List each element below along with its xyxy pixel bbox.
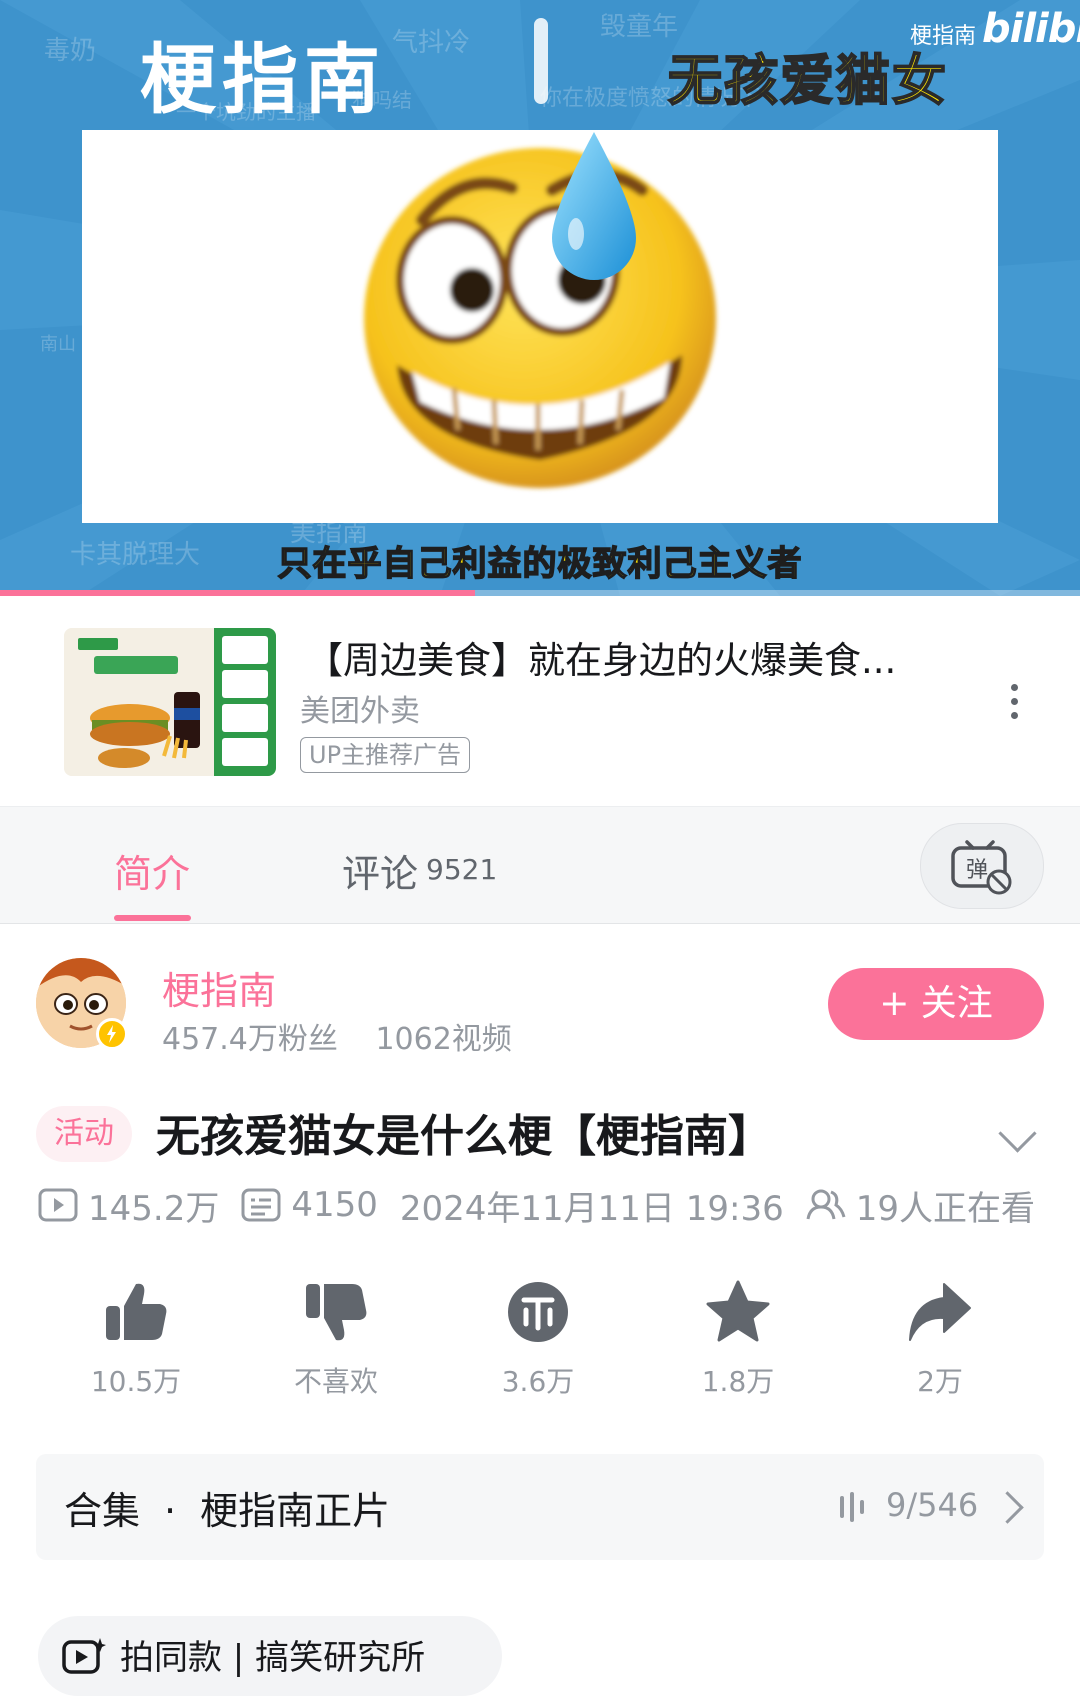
dislike-label: 不喜欢 [293, 1365, 378, 1398]
share-icon [909, 1283, 971, 1341]
nervous-grin-emoji-icon [364, 132, 716, 488]
template-chip-label: 拍同款 | 搞笑研究所 [120, 1638, 426, 1678]
star-icon [706, 1280, 770, 1342]
video-count: 1062视频 [375, 1022, 512, 1057]
collection-label: 合集 [64, 1489, 141, 1533]
more-options-icon[interactable] [1008, 684, 1020, 724]
ad-badge: UP主推荐广告 [300, 737, 471, 773]
video-player[interactable]: 毒奶 气抖冷 毁童年 一个坑劲的主播 狗吗结 你在极度愤怒的情况下 卡其脱理大 … [0, 0, 1080, 596]
watermark-channel-name: 梗指南 [910, 24, 977, 49]
comments-count: 9521 [426, 853, 498, 886]
bilibili-logo: bilibili [982, 6, 1080, 52]
danmaku-count: 4150 [291, 1185, 378, 1225]
collection-title: 合集 · 梗指南正片 [64, 1480, 390, 1535]
collection-progress: 9/546 [886, 1486, 979, 1524]
camera-sparkle-icon [62, 1638, 106, 1674]
dislike-button[interactable]: 不喜欢 [266, 1278, 406, 1400]
uploader-stats: 457.4万粉丝 1062视频 [162, 1014, 540, 1058]
video-progress-fill [0, 590, 476, 596]
background-word: 南山 [40, 334, 76, 355]
like-button[interactable]: 10.5万 [66, 1278, 206, 1400]
activity-tag[interactable]: 活动 [36, 1106, 132, 1162]
favorite-count: 1.8万 [701, 1365, 775, 1398]
svg-text:弹: 弹 [966, 858, 988, 883]
video-progress-bar[interactable] [0, 590, 1080, 596]
danmaku-off-icon: 弹 [951, 840, 1012, 895]
share-button[interactable]: 2万 [870, 1278, 1010, 1400]
background-word: 气抖冷 [392, 28, 471, 58]
collection-bar[interactable]: 合集 · 梗指南正片 9/546 [36, 1454, 1044, 1560]
chevron-right-icon [991, 1491, 1024, 1524]
uploader-name[interactable]: 梗指南 [162, 960, 276, 1015]
coin-count: 3.6万 [501, 1365, 575, 1398]
play-count-icon [38, 1188, 78, 1222]
title-divider [534, 18, 548, 104]
playlist-bars-icon [840, 1492, 864, 1522]
video-title: 无孩爱猫女是什么梗【梗指南】 [156, 1111, 772, 1162]
video-topic-title: 无孩爱猫女 [667, 48, 948, 113]
collection-separator: · [164, 1489, 177, 1533]
like-count: 10.5万 [90, 1365, 182, 1398]
coin-button[interactable]: 3.6万 [468, 1278, 608, 1400]
thumbs-down-icon [306, 1284, 367, 1341]
coin-icon [508, 1282, 568, 1342]
video-subtitle: 只在乎自己利益的极致利己主义者 [277, 543, 803, 585]
active-tab-indicator [114, 915, 191, 921]
share-count: 2万 [917, 1365, 963, 1398]
ad-advertiser: 美团外卖 [300, 694, 420, 729]
publish-date: 2024年11月11日 19:36 [399, 1188, 784, 1229]
background-word: 毁童年 [600, 12, 679, 42]
template-chip[interactable]: 拍同款 | 搞笑研究所 [38, 1616, 502, 1696]
fans-count: 457.4万粉丝 [162, 1022, 338, 1057]
viewers-icon [806, 1189, 846, 1220]
lightning-badge-icon [96, 1018, 128, 1050]
collection-name: 梗指南正片 [200, 1489, 391, 1533]
meme-card [82, 130, 998, 523]
background-word: 毒奶 [44, 36, 97, 66]
follow-button[interactable]: + 关注 [828, 968, 1044, 1040]
burger-meal-image [64, 628, 276, 776]
ad-thumbnail[interactable] [64, 628, 276, 776]
tab-comments[interactable]: 评论 [342, 843, 418, 898]
tab-bar: 简介 评论 9521 弹 [0, 806, 1080, 924]
thumbs-up-icon [106, 1283, 167, 1340]
favorite-button[interactable]: 1.8万 [668, 1278, 808, 1400]
chevron-down-icon[interactable] [998, 1114, 1037, 1153]
tab-intro[interactable]: 简介 [114, 843, 190, 898]
channel-brand-title: 梗指南 [140, 35, 386, 124]
video-meta: 145.2万 4150 2024年11月11日 19:36 19人正在看 [38, 1180, 1035, 1230]
danmaku-toggle-button[interactable]: 弹 [920, 823, 1044, 909]
danmaku-count-icon [241, 1188, 281, 1222]
watching-count: 19人正在看 [855, 1188, 1035, 1229]
view-count: 145.2万 [88, 1188, 220, 1229]
ad-title[interactable]: 【周边美食】就在身边的火爆美食... [306, 630, 896, 684]
